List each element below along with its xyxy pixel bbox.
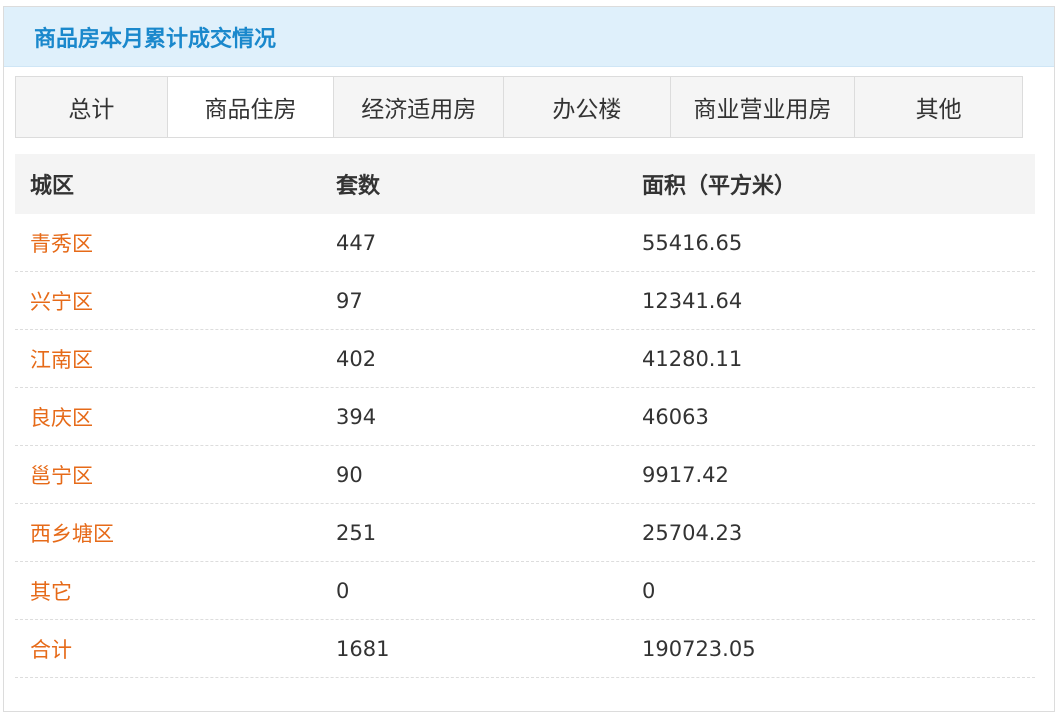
panel-header: 商品房本月累计成交情况 <box>4 7 1054 67</box>
area-value: 12341.64 <box>642 288 743 313</box>
table-row: 西乡塘区 251 25704.23 <box>15 504 1035 562</box>
district-link[interactable]: 良庆区 <box>15 402 321 432</box>
area-value: 46063 <box>642 404 709 429</box>
district-link[interactable]: 邕宁区 <box>15 460 321 490</box>
tab-other[interactable]: 其他 <box>855 77 1023 137</box>
area-value: 25704.23 <box>642 520 743 545</box>
units-value: 251 <box>336 520 377 545</box>
tab-total[interactable]: 总计 <box>16 77 168 137</box>
district-link[interactable]: 其它 <box>15 576 321 606</box>
district-link[interactable]: 西乡塘区 <box>15 518 321 548</box>
table-row: 兴宁区 97 12341.64 <box>15 272 1035 330</box>
panel-title: 商品房本月累计成交情况 <box>34 26 277 52</box>
table-row: 青秀区 447 55416.65 <box>15 214 1035 272</box>
tab-office[interactable]: 办公楼 <box>504 77 671 137</box>
total-label[interactable]: 合计 <box>15 634 321 664</box>
tab-commercial-business[interactable]: 商业营业用房 <box>670 77 856 137</box>
table-row: 邕宁区 90 9917.42 <box>15 446 1035 504</box>
data-table: 城区 套数 面积（平方米） 青秀区 447 55416.65 兴宁区 97 12… <box>15 154 1035 678</box>
district-link[interactable]: 青秀区 <box>15 228 321 258</box>
units-value: 0 <box>336 578 350 603</box>
table-row: 其它 0 0 <box>15 562 1035 620</box>
units-total: 1681 <box>336 636 390 661</box>
column-header-district: 城区 <box>30 174 75 199</box>
tab-affordable-housing[interactable]: 经济适用房 <box>334 77 505 137</box>
table-row: 良庆区 394 46063 <box>15 388 1035 446</box>
district-link[interactable]: 江南区 <box>15 344 321 374</box>
table-row-total: 合计 1681 190723.05 <box>15 620 1035 678</box>
area-value: 9917.42 <box>642 462 729 487</box>
units-value: 402 <box>336 346 377 371</box>
table-header-row: 城区 套数 面积（平方米） <box>15 154 1035 214</box>
area-value: 0 <box>642 578 656 603</box>
area-value: 55416.65 <box>642 230 743 255</box>
column-header-units: 套数 <box>336 174 381 199</box>
area-total: 190723.05 <box>642 636 756 661</box>
units-value: 90 <box>336 462 363 487</box>
units-value: 394 <box>336 404 377 429</box>
tab-commercial-housing[interactable]: 商品住房 <box>167 77 335 137</box>
category-tabs: 总计 商品住房 经济适用房 办公楼 商业营业用房 其他 <box>15 76 1023 138</box>
units-value: 97 <box>336 288 363 313</box>
table-row: 江南区 402 41280.11 <box>15 330 1035 388</box>
district-link[interactable]: 兴宁区 <box>15 286 321 316</box>
area-value: 41280.11 <box>642 346 743 371</box>
column-header-area: 面积（平方米） <box>642 174 797 199</box>
units-value: 447 <box>336 230 377 255</box>
